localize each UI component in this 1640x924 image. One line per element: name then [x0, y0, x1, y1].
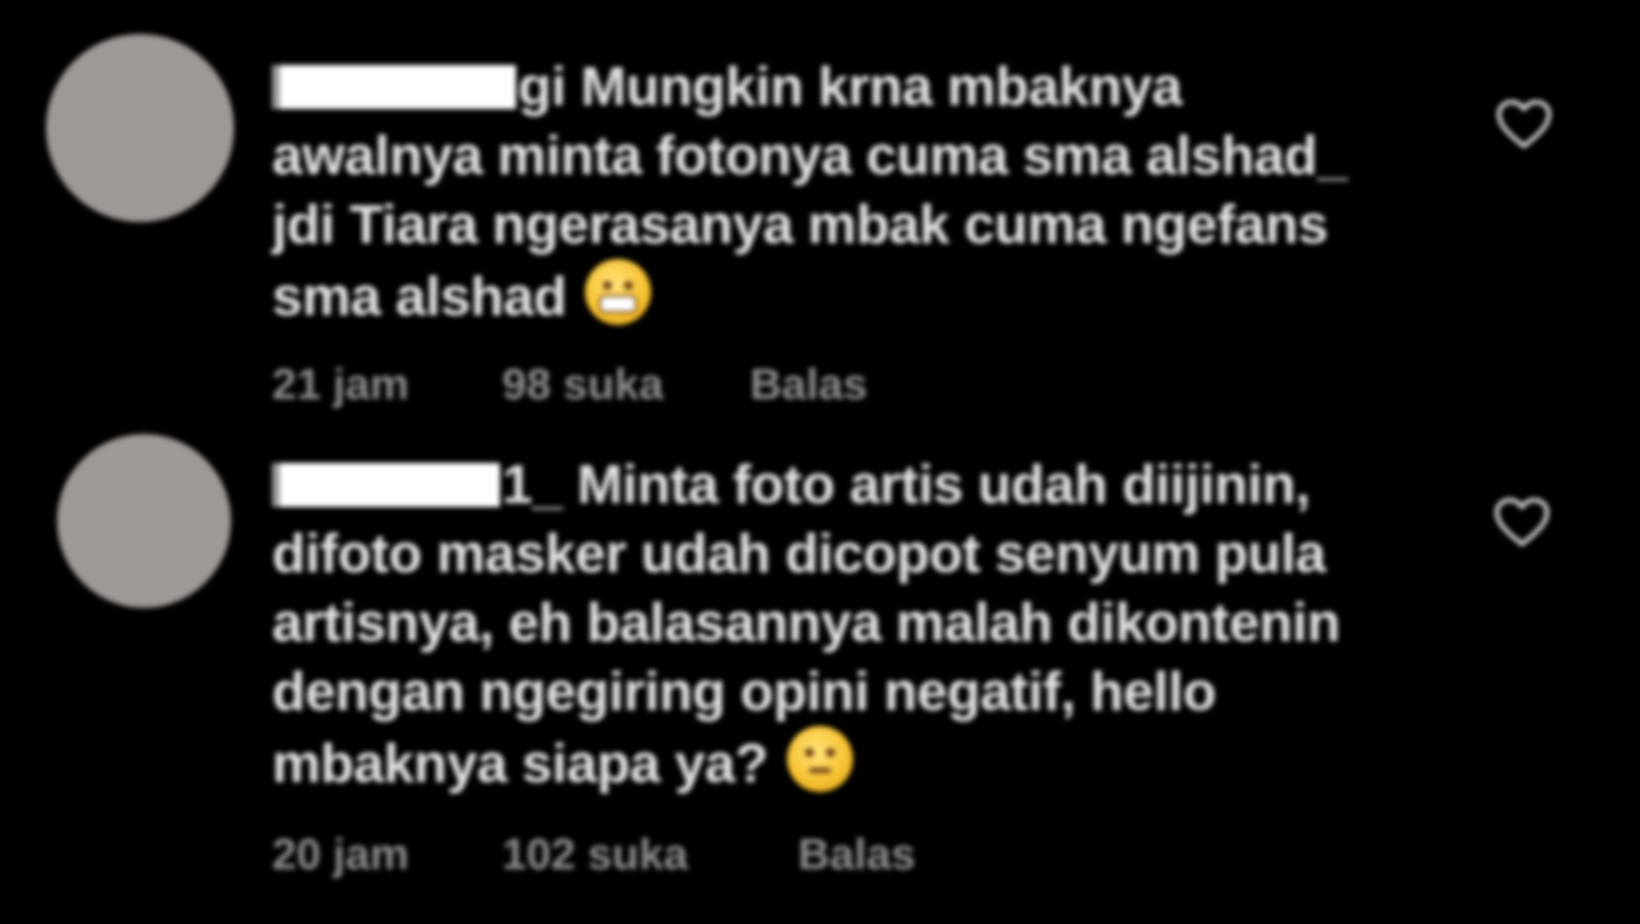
avatar[interactable] — [46, 34, 234, 222]
username-redaction[interactable] — [272, 463, 500, 507]
reply-button[interactable]: Balas — [798, 830, 915, 880]
heart-icon[interactable] — [1496, 100, 1552, 150]
username-suffix[interactable]: gi — [518, 55, 566, 117]
grinning-face-icon — [585, 259, 652, 325]
comment-likes[interactable]: 98 suka — [502, 360, 663, 410]
comment-time: 21 jam — [272, 360, 409, 409]
heart-icon[interactable] — [1494, 498, 1550, 548]
reply-button[interactable]: Balas — [750, 360, 867, 410]
username-suffix[interactable]: 1_ — [502, 453, 563, 515]
comment-text: 1_ Minta foto artis udah diijinin, difot… — [272, 450, 1402, 798]
avatar[interactable] — [57, 434, 231, 608]
comment-text: gi Mungkin krna mbaknya awalnya minta fo… — [272, 52, 1402, 331]
unamused-face-icon — [786, 726, 853, 792]
comments-screen: gi Mungkin krna mbaknya awalnya minta fo… — [0, 0, 1640, 924]
username-redaction[interactable] — [272, 65, 516, 109]
comment-time: 20 jam — [272, 830, 409, 879]
comment-likes[interactable]: 102 suka — [502, 830, 688, 880]
